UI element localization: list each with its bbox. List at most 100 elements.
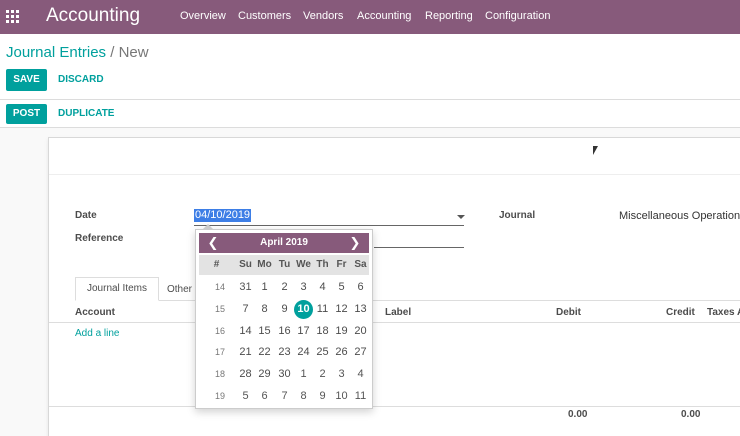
- datepicker-popup: ❮ April 2019 ❯ # Su Mo Tu We Th Fr Sa 14 31 1 2 3 4 5…: [195, 224, 373, 409]
- week-number: 17: [214, 347, 225, 358]
- calendar-day[interactable]: 6: [255, 387, 274, 406]
- table-footer-divider: [49, 406, 740, 407]
- duplicate-button[interactable]: DUPLICATE: [58, 108, 114, 119]
- reference-input[interactable]: [374, 247, 464, 248]
- app-title: Accounting: [46, 5, 141, 26]
- calendar-day[interactable]: 31: [236, 278, 255, 297]
- weekday-mo: Mo: [257, 259, 272, 270]
- date-input[interactable]: 04/10/2019: [194, 209, 252, 222]
- calendar-day[interactable]: 3: [294, 278, 313, 297]
- tab-journal-items[interactable]: Journal Items: [75, 277, 159, 301]
- menu-overview[interactable]: Overview: [180, 10, 226, 22]
- week-number: 15: [214, 303, 225, 314]
- add-line-link[interactable]: Add a line: [75, 328, 119, 339]
- calendar-day[interactable]: 3: [332, 365, 351, 384]
- week-number: 16: [214, 325, 225, 336]
- calendar-day[interactable]: 16: [275, 322, 294, 341]
- calendar-day[interactable]: 1: [255, 278, 274, 297]
- mouse-pointer-icon: [593, 146, 598, 155]
- menu-reporting[interactable]: Reporting: [425, 10, 473, 22]
- calendar-day[interactable]: 9: [275, 300, 294, 319]
- column-label[interactable]: Label: [385, 307, 411, 318]
- debit-total: 0.00: [568, 409, 588, 420]
- calendar-day[interactable]: 19: [332, 322, 351, 341]
- calendar-day[interactable]: 7: [236, 300, 255, 319]
- calendar-day[interactable]: 29: [255, 365, 274, 384]
- calendar-day[interactable]: 2: [313, 365, 332, 384]
- chevron-right-icon[interactable]: ❯: [345, 233, 365, 253]
- tabs-divider: [75, 300, 740, 301]
- date-label: Date: [75, 210, 97, 221]
- menu-accounting[interactable]: Accounting: [357, 10, 411, 22]
- column-debit[interactable]: Debit: [556, 307, 581, 318]
- calendar-day[interactable]: 4: [313, 278, 332, 297]
- breadcrumb-current: New: [118, 44, 149, 61]
- calendar-day[interactable]: 6: [351, 278, 370, 297]
- datepicker-month-title[interactable]: April 2019: [199, 233, 369, 253]
- calendar-day[interactable]: 28: [236, 365, 255, 384]
- tab-other-info[interactable]: Other: [167, 284, 192, 295]
- calendar-day[interactable]: 5: [236, 387, 255, 406]
- calendar-day[interactable]: 22: [255, 343, 274, 362]
- calendar-day[interactable]: 4: [351, 365, 370, 384]
- weekday-we: We: [296, 259, 311, 270]
- post-button[interactable]: POST: [6, 104, 47, 124]
- form-sheet: Date 04/10/2019 Reference Journal Miscel…: [48, 137, 740, 436]
- menu-configuration[interactable]: Configuration: [485, 10, 550, 22]
- calendar-day[interactable]: 25: [313, 343, 332, 362]
- calendar-day[interactable]: 30: [275, 365, 294, 384]
- calendar-day[interactable]: 21: [236, 343, 255, 362]
- calendar-day[interactable]: 9: [313, 387, 332, 406]
- datepicker-header: ❮ April 2019 ❯: [199, 233, 369, 253]
- week-number: 19: [214, 391, 225, 401]
- date-field-underline: [194, 225, 464, 226]
- calendar-day[interactable]: 27: [351, 343, 370, 362]
- calendar-day[interactable]: 15: [255, 322, 274, 341]
- calendar-day[interactable]: 10: [332, 387, 351, 406]
- datepicker-arrow: [202, 224, 214, 230]
- calendar-day[interactable]: 5: [332, 278, 351, 297]
- calendar-day[interactable]: 20: [351, 322, 370, 341]
- calendar-day[interactable]: 12: [332, 300, 351, 319]
- journal-select[interactable]: Miscellaneous Operations (: [619, 210, 740, 222]
- datepicker-weekday-header: # Su Mo Tu We Th Fr Sa: [199, 255, 369, 275]
- week-number: 14: [214, 282, 225, 292]
- calendar-day[interactable]: 8: [294, 387, 313, 406]
- calendar-day[interactable]: 18: [313, 322, 332, 341]
- menu-customers[interactable]: Customers: [238, 10, 291, 22]
- top-navbar: Accounting Overview Customers Vendors Ac…: [0, 0, 740, 34]
- reference-label: Reference: [75, 233, 124, 244]
- table-header-divider: [49, 322, 740, 323]
- calendar-day[interactable]: 2: [275, 278, 294, 297]
- date-dropdown-caret-icon[interactable]: [457, 215, 465, 219]
- calendar-day[interactable]: 8: [255, 300, 274, 319]
- weekday-sa: Sa: [354, 259, 367, 270]
- calendar-day[interactable]: 26: [332, 343, 351, 362]
- weekday-fr: Fr: [336, 259, 347, 270]
- calendar-day[interactable]: 7: [275, 387, 294, 406]
- calendar-day[interactable]: 1: [294, 365, 313, 384]
- week-number-header: #: [213, 259, 220, 270]
- calendar-day[interactable]: 13: [351, 300, 370, 319]
- save-button[interactable]: SAVE: [6, 69, 47, 91]
- calendar-day[interactable]: 11: [351, 387, 370, 406]
- breadcrumb-separator: /: [110, 44, 115, 61]
- calendar-day[interactable]: 24: [294, 343, 313, 362]
- column-credit[interactable]: Credit: [666, 307, 695, 318]
- calendar-day[interactable]: 11: [313, 300, 332, 319]
- status-bar: POST DUPLICATE: [0, 100, 740, 128]
- credit-total: 0.00: [681, 409, 701, 420]
- weekday-su: Su: [239, 259, 252, 270]
- breadcrumb-journal-entries[interactable]: Journal Entries: [6, 44, 106, 61]
- menu-vendors[interactable]: Vendors: [303, 10, 343, 22]
- column-account[interactable]: Account: [75, 307, 115, 318]
- calendar-day-selected[interactable]: 10: [294, 299, 313, 319]
- calendar-day[interactable]: 17: [294, 322, 313, 341]
- calendar-day[interactable]: 23: [275, 343, 294, 362]
- column-taxes[interactable]: Taxes A: [707, 307, 740, 318]
- control-panel: Journal Entries / New SAVE DISCARD: [0, 34, 740, 100]
- discard-button[interactable]: DISCARD: [58, 74, 104, 85]
- breadcrumb: Journal Entries / New: [6, 44, 149, 61]
- calendar-day[interactable]: 14: [236, 322, 255, 341]
- apps-grid-icon[interactable]: [6, 10, 20, 24]
